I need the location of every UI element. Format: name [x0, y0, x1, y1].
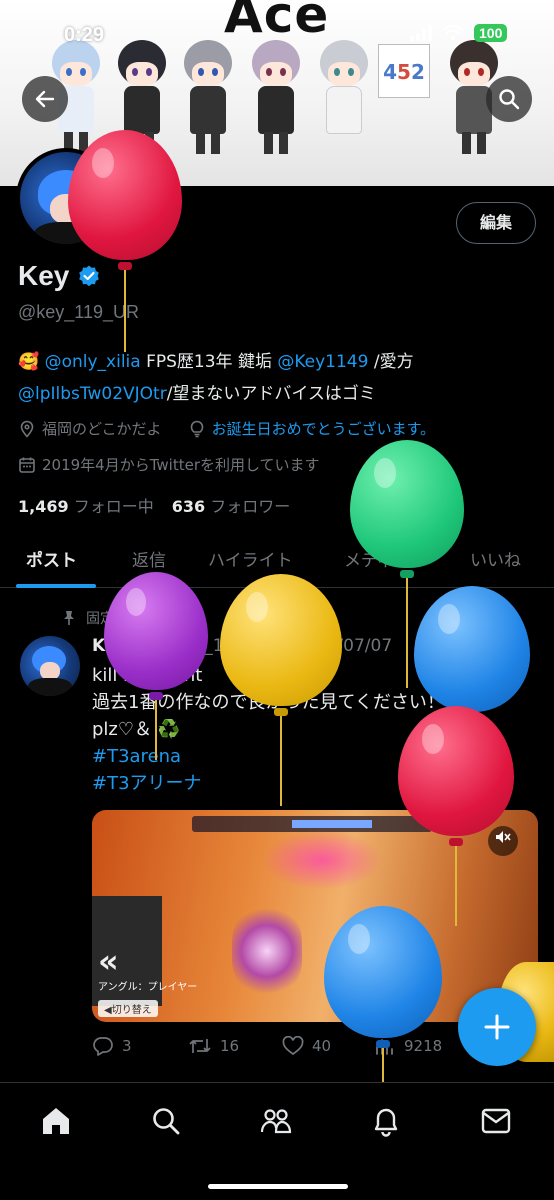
lightbulb-icon [190, 420, 203, 437]
bottom-navigation [0, 1082, 554, 1200]
notifications-icon [374, 1108, 398, 1137]
profile-name-row: Key [18, 260, 101, 292]
video-mute-button[interactable] [488, 826, 518, 856]
calendar-icon [19, 457, 35, 473]
hashtag-link[interactable]: #T3arena [92, 746, 181, 767]
profile-name: Key [18, 260, 70, 291]
back-arrow-icon [35, 90, 55, 108]
edit-profile-button[interactable]: 編集 [456, 202, 536, 244]
hashtag-link[interactable]: #T3アリーナ [92, 773, 202, 794]
tab-posts[interactable]: ポスト [26, 546, 77, 571]
reply-icon [93, 1037, 113, 1056]
like-icon [282, 1036, 304, 1056]
followers-link[interactable]: 636 フォロワー [172, 493, 291, 517]
banner-character [178, 40, 238, 180]
repost-count: 16 [220, 1037, 240, 1055]
explore-icon [153, 1108, 180, 1135]
video-switch-label: ◀切り替え [98, 1000, 158, 1017]
banner-title: Ace [224, 0, 330, 44]
reply-count: 3 [122, 1037, 132, 1055]
post-video[interactable]: « アングル：プレイヤー ◀切り替え [92, 810, 538, 1022]
like-button[interactable]: 40 [282, 1036, 331, 1056]
profile-handle: @key_119_UR [18, 302, 139, 322]
views-count: 9218 [404, 1037, 443, 1055]
cellular-signal-icon [410, 25, 432, 41]
status-time: 0:29 [64, 24, 105, 46]
home-indicator[interactable] [208, 1184, 348, 1189]
video-chevron-sign: « [98, 942, 119, 980]
like-count: 40 [312, 1037, 332, 1055]
home-icon [43, 1108, 69, 1134]
communities-icon [260, 1109, 292, 1134]
nav-communities[interactable] [256, 1101, 296, 1141]
search-icon [499, 89, 520, 110]
wifi-icon [442, 25, 464, 41]
reply-button[interactable]: 3 [92, 1036, 132, 1056]
compose-plus-icon [484, 1014, 510, 1040]
battery-indicator: 100 [474, 24, 508, 42]
video-character [232, 906, 302, 996]
search-button[interactable] [486, 76, 532, 122]
repost-icon [189, 1039, 211, 1053]
profile-joined-row: 2019年4月からTwitterを利用しています [18, 454, 320, 475]
repost-button[interactable]: 16 [188, 1036, 239, 1056]
profile-location: 福岡のどこかだよ [42, 420, 162, 438]
tab-replies[interactable]: 返信 [132, 546, 166, 571]
nav-notifications[interactable] [366, 1101, 406, 1141]
nav-home[interactable] [36, 1101, 76, 1141]
nav-messages[interactable] [476, 1101, 516, 1141]
video-effect [262, 830, 382, 890]
tab-highlights[interactable]: ハイライト [208, 546, 293, 571]
bio-mention-link[interactable]: @Key1149 [277, 352, 368, 372]
profile-bio: 🥰 @only_xilia FPS歴13年 鍵垢 @Key1149 /愛方 @l… [18, 346, 538, 410]
back-button[interactable] [22, 76, 68, 122]
post-line: plz♡＆ ♻️ [92, 719, 181, 740]
mute-icon [496, 831, 511, 843]
birthday-link[interactable]: お誕生日おめでとうございます。 [212, 418, 436, 439]
post-avatar[interactable] [20, 636, 80, 696]
profile-meta-row: 福岡のどこかだよ お誕生日おめでとうございます。 [18, 418, 435, 439]
nav-explore[interactable] [146, 1101, 186, 1141]
profile-joined-date: 2019年4月からTwitterを利用しています [42, 456, 320, 474]
follow-counts: 1,469 フォロー中 636 フォロワー [18, 493, 290, 517]
pin-icon [64, 611, 74, 625]
tab-likes[interactable]: いいね [470, 546, 521, 571]
following-link[interactable]: 1,469 フォロー中 [18, 493, 154, 517]
bio-text: /望まないアドバイスはゴミ [166, 384, 376, 404]
banner-number-sign: 452 [378, 44, 430, 98]
bio-mention-link[interactable]: @lpIlbsTw02VJOtr [18, 384, 167, 404]
game-hud-bar [292, 820, 372, 828]
status-icons: 100 [410, 24, 508, 42]
banner-character [314, 40, 374, 180]
bio-emoji: 🥰 [18, 352, 40, 372]
verified-badge-icon[interactable] [77, 264, 101, 288]
bio-mention-link[interactable]: @only_xilia [45, 352, 141, 372]
bio-text: /愛方 [368, 352, 414, 372]
video-caption: アングル：プレイヤー [98, 982, 198, 993]
messages-icon [481, 1108, 511, 1134]
banner-character [246, 40, 306, 180]
compose-button[interactable] [458, 988, 536, 1066]
active-tab-indicator [16, 584, 96, 588]
location-pin-icon [20, 420, 34, 438]
bio-text: FPS歴13年 鍵垢 [140, 352, 272, 372]
